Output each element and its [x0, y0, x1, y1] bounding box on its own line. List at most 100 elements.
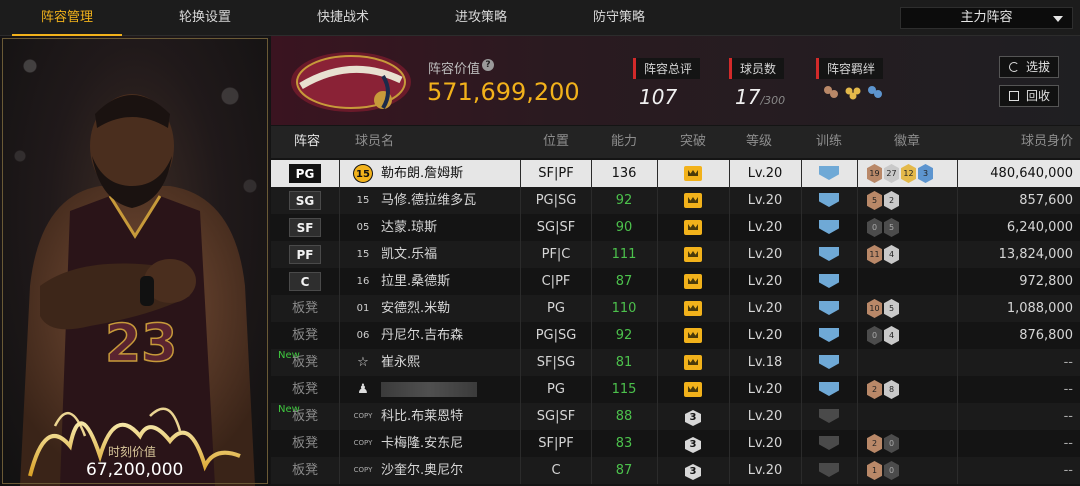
player-position: SF|PF	[538, 166, 574, 181]
player-name-cell[interactable]: 15 凯文.乐福	[343, 241, 519, 268]
select-button[interactable]: 选拔	[999, 56, 1059, 78]
table-row[interactable]: PF 15 凯文.乐福 PF|C 111 Lv.20 11 4 13,824,000	[271, 241, 1080, 268]
training-cell[interactable]	[801, 160, 857, 187]
breakthrough-cell[interactable]	[657, 214, 729, 241]
player-name-cell[interactable]: 06 丹尼尔.吉布森	[343, 322, 519, 349]
training-cell[interactable]	[801, 376, 857, 403]
player-value: --	[1063, 409, 1073, 424]
table-row[interactable]: 板凳 COPY 沙奎尔.奥尼尔 C 87 3 Lv.20 1 0 --	[271, 457, 1080, 484]
player-name-cell[interactable]: 16 拉里.桑德斯	[343, 268, 519, 295]
lineup-value-label: 阵容价值	[428, 62, 481, 77]
player-name-cell[interactable]: 15 马修.德拉维多瓦	[343, 187, 519, 214]
table-row[interactable]: 板凳 01 安德烈.米勒 PG 110 Lv.20 10 5 1,088,000	[271, 295, 1080, 322]
training-cell[interactable]	[801, 241, 857, 268]
slot-label[interactable]: PF	[271, 241, 339, 268]
player-name-cell[interactable]: ☆ 崔永熙	[343, 349, 519, 376]
player-name-cell[interactable]: ♟	[343, 376, 519, 403]
breakthrough-cell[interactable]	[657, 322, 729, 349]
training-cell[interactable]	[801, 268, 857, 295]
tab-rotation-settings[interactable]: 轮换设置	[150, 0, 260, 36]
bond-icon-gold[interactable]	[844, 83, 862, 101]
jersey-number: COPY	[353, 412, 373, 420]
badge-group[interactable]: 05	[867, 218, 899, 237]
slot-label[interactable]: PG	[271, 160, 339, 187]
table-row[interactable]: C 16 拉里.桑德斯 C|PF 87 Lv.20 972,800	[271, 268, 1080, 295]
training-cell[interactable]	[801, 187, 857, 214]
table-row[interactable]: SG 15 马修.德拉维多瓦 PG|SG 92 Lv.20 5 2 857,600	[271, 187, 1080, 214]
breakthrough-cell[interactable]	[657, 295, 729, 322]
lineup-dropdown-value: 主力阵容	[960, 10, 1013, 25]
breakthrough-cell[interactable]	[657, 349, 729, 376]
lineup-dropdown[interactable]: 主力阵容	[900, 7, 1073, 29]
col-position[interactable]: 位置	[521, 126, 591, 158]
breakthrough-cell[interactable]	[657, 376, 729, 403]
badge-group[interactable]: 20	[867, 434, 899, 453]
badge-icon: 0	[867, 218, 882, 237]
player-name-cell[interactable]: 15 勒布朗.詹姆斯	[343, 160, 519, 187]
recycle-button[interactable]: 回收	[999, 85, 1059, 107]
slot-label[interactable]: SF	[271, 214, 339, 241]
player-name: 勒布朗.詹姆斯	[381, 166, 464, 181]
player-value: --	[1063, 436, 1073, 451]
breakthrough-cell[interactable]	[657, 268, 729, 295]
training-cell[interactable]	[801, 349, 857, 376]
badge-group[interactable]: 10 5	[867, 299, 899, 318]
badge-group[interactable]: 11 4	[867, 245, 899, 264]
table-row[interactable]: PG 15 勒布朗.詹姆斯 SF|PF 136 Lv.20 19 27 12 3 480,640,0…	[271, 160, 1080, 187]
bond-icon-bronze[interactable]	[822, 83, 840, 101]
bond-icon-blue[interactable]	[866, 83, 884, 101]
player-name-cell[interactable]: COPY 卡梅隆.安东尼	[343, 430, 519, 457]
badge-group[interactable]: 04	[867, 326, 899, 345]
tab-lineup-management[interactable]: 阵容管理	[12, 0, 122, 36]
badge-group[interactable]: 10	[867, 461, 899, 480]
slot-label[interactable]: SG	[271, 187, 339, 214]
breakthrough-cell[interactable]: 3	[657, 403, 729, 430]
badge-group[interactable]: 52	[867, 191, 899, 210]
table-row[interactable]: 板凳 COPY 卡梅隆.安东尼 SF|PF 83 3 Lv.20 2 0 --	[271, 430, 1080, 457]
player-name-cell[interactable]: COPY 科比.布莱恩特	[343, 403, 519, 430]
table-row[interactable]: 板凳 06 丹尼尔.吉布森 PG|SG 92 Lv.20 0 4 876,800	[271, 322, 1080, 349]
col-badges[interactable]: 徽章	[857, 126, 957, 158]
badge-group[interactable]: 19 27 12 3	[867, 164, 933, 183]
breakthrough-cell[interactable]: 3	[657, 457, 729, 484]
badge-group[interactable]: 28	[867, 380, 899, 399]
player-name-cell[interactable]: COPY 沙奎尔.奥尼尔	[343, 457, 519, 484]
training-cell[interactable]	[801, 403, 857, 430]
player-level: Lv.20	[747, 247, 783, 262]
breakthrough-cell[interactable]	[657, 160, 729, 187]
col-training[interactable]: 训练	[801, 126, 857, 158]
training-icon	[819, 274, 839, 288]
player-name-cell[interactable]: 05 达蒙.琼斯	[343, 214, 519, 241]
player-position: PG	[547, 382, 565, 397]
breakthrough-cell[interactable]	[657, 187, 729, 214]
player-name-cell[interactable]: 01 安德烈.米勒	[343, 295, 519, 322]
tab-defense-strategy[interactable]: 防守策略	[564, 0, 674, 36]
column-divider	[857, 295, 858, 322]
col-value[interactable]: 球员身价	[957, 126, 1073, 158]
training-cell[interactable]	[801, 322, 857, 349]
breakthrough-cell[interactable]: 3	[657, 430, 729, 457]
tab-offense-strategy[interactable]: 进攻策略	[426, 0, 536, 36]
table-row[interactable]: SF 05 达蒙.琼斯 SG|SF 90 Lv.20 0 5 6,240,000	[271, 214, 1080, 241]
col-power[interactable]: 能力	[591, 126, 657, 158]
training-cell[interactable]	[801, 295, 857, 322]
badge-icon: 1	[867, 461, 882, 480]
training-cell[interactable]	[801, 430, 857, 457]
jersey-number: COPY	[353, 439, 373, 447]
training-cell[interactable]	[801, 457, 857, 484]
training-cell[interactable]	[801, 214, 857, 241]
col-level[interactable]: 等级	[729, 126, 789, 158]
player-card[interactable]: 23 时刻价值 67,200,000	[0, 36, 270, 486]
col-player-name[interactable]: 球员名	[343, 126, 403, 158]
tab-quick-tactics[interactable]: 快捷战术	[288, 0, 398, 36]
help-icon[interactable]: ?	[482, 59, 494, 71]
col-lineup[interactable]: 阵容	[271, 126, 343, 158]
table-row[interactable]: 板凳 ♟ PG 115 Lv.20 2 8 --	[271, 376, 1080, 403]
table-row[interactable]: New 板凳 ☆ 崔永熙 SF|SG 81 Lv.18 --	[271, 349, 1080, 376]
player-value: 1,088,000	[1006, 301, 1073, 316]
slot-label[interactable]: C	[271, 268, 339, 295]
table-row[interactable]: New 板凳 COPY 科比.布莱恩特 SG|SF 88 3 Lv.20 --	[271, 403, 1080, 430]
breakthrough-cell[interactable]	[657, 241, 729, 268]
badge-icon: 10	[867, 299, 882, 318]
col-breakthrough[interactable]: 突破	[657, 126, 729, 158]
